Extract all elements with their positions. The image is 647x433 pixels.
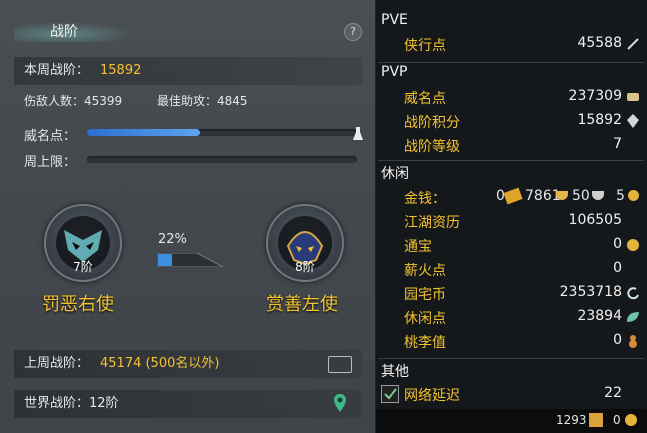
rank-name-current: 罚恶右使 bbox=[42, 294, 114, 315]
leisure-item-value: 0 bbox=[613, 236, 622, 252]
leisure-item-value: 0 bbox=[613, 260, 622, 276]
prestige-label: 威名点： bbox=[24, 129, 77, 144]
pvp-item-label: 战阶等级 bbox=[404, 139, 460, 155]
last-week-label: 上周战阶： bbox=[24, 356, 90, 371]
leisure-item-label: 休闲点 bbox=[404, 311, 446, 327]
stats-row: 伤敌人数：45399 最佳助攻：4845 bbox=[14, 92, 362, 110]
divider bbox=[378, 62, 644, 63]
section-other: 其他 bbox=[381, 364, 409, 380]
footer-bar: 1293 0 bbox=[376, 409, 647, 433]
leisure-item-label: 通宝 bbox=[404, 239, 432, 255]
weekly-limit-bar bbox=[87, 156, 357, 163]
money-row: 金钱： 0 7861 50 5 bbox=[404, 186, 640, 208]
leisure-item-value: 2353718 bbox=[559, 284, 622, 300]
pve-item-value: 45588 bbox=[577, 35, 622, 51]
prestige-bar-fill bbox=[87, 129, 201, 136]
world-rank-row: 世界战阶：12阶 bbox=[14, 390, 362, 418]
gourd-icon bbox=[626, 334, 640, 348]
leaf-icon bbox=[626, 310, 640, 324]
leisure-item: 桃李值 0 bbox=[404, 330, 640, 352]
pvp-item: 威名点 237309 bbox=[404, 86, 640, 108]
latency-checkbox[interactable] bbox=[381, 385, 399, 403]
divider bbox=[378, 358, 644, 359]
footer-coin-value: 0 bbox=[613, 413, 621, 427]
prestige-row: 威名点： bbox=[14, 125, 363, 144]
pve-item-label: 侠行点 bbox=[404, 38, 446, 54]
pvp-item: 战阶积分 15892 bbox=[404, 110, 640, 132]
section-leisure: 休闲 bbox=[381, 166, 409, 182]
world-rank-label: 世界战阶：12阶 bbox=[24, 396, 119, 411]
leisure-item: 通宝 0 bbox=[404, 234, 640, 256]
footer-value: 1293 bbox=[556, 413, 587, 427]
scroll-icon bbox=[626, 90, 640, 104]
boot-icon bbox=[589, 413, 603, 427]
pvp-item-label: 战阶积分 bbox=[404, 115, 460, 131]
assist-stat: 最佳助攻：4845 bbox=[157, 94, 248, 108]
weekly-rank-row: 本周战阶： 15892 bbox=[14, 57, 362, 85]
weekly-rank-label: 本周战阶： bbox=[24, 63, 90, 78]
panel-header: 战阶 ? bbox=[0, 0, 375, 44]
latency-value: 22 bbox=[604, 385, 622, 401]
leisure-item: 园宅币 2353718 bbox=[404, 282, 640, 304]
gold-ingot-icon bbox=[503, 187, 523, 205]
pvp-item-value: 7 bbox=[613, 136, 622, 152]
rank-level-next: 8阶 bbox=[295, 260, 315, 274]
pvp-item-label: 威名点 bbox=[404, 91, 446, 107]
swirl-icon bbox=[626, 286, 640, 300]
coin-icon bbox=[626, 238, 640, 252]
section-pve: PVE bbox=[381, 12, 408, 28]
leisure-item: 薪火点 0 bbox=[404, 258, 640, 280]
leisure-item-label: 园宅币 bbox=[404, 287, 446, 303]
leisure-item-label: 桃李值 bbox=[404, 335, 446, 351]
help-button[interactable]: ? bbox=[344, 23, 362, 41]
leisure-item: 休闲点 23894 bbox=[404, 306, 640, 328]
silver-ingot-icon bbox=[556, 191, 568, 200]
rank-level-current: 7阶 bbox=[73, 260, 93, 274]
money-label: 金钱： bbox=[404, 191, 446, 207]
pvp-item: 战阶等级 7 bbox=[404, 134, 640, 156]
rank-name-next: 赏善左使 bbox=[266, 294, 338, 315]
latency-row: 网络延迟 22 bbox=[381, 383, 640, 405]
section-pvp: PVP bbox=[381, 64, 408, 80]
location-pin-icon[interactable] bbox=[334, 394, 346, 412]
leisure-item-value: 0 bbox=[613, 332, 622, 348]
currency-panel: PVE 侠行点 45588 PVP 威名点 237309 战阶积分 15892 战阶等级 7… bbox=[375, 0, 647, 433]
leisure-item-label: 薪火点 bbox=[404, 263, 446, 279]
last-week-value: 45174 (500名以外) bbox=[100, 356, 220, 371]
coin-value: 5 bbox=[616, 188, 625, 204]
panel-title: 战阶 bbox=[50, 24, 78, 40]
weekly-rank-value: 15892 bbox=[100, 63, 142, 78]
copper-ingot-icon bbox=[592, 191, 604, 200]
kills-stat: 伤敌人数：45399 bbox=[24, 94, 123, 108]
coin-icon bbox=[628, 190, 639, 201]
zhanjie-panel: 战阶 ? 本周战阶： 15892 伤敌人数：45399 最佳助攻：4845 威名… bbox=[0, 0, 375, 433]
weekly-limit-row: 周上限： bbox=[14, 151, 362, 170]
leisure-item-value: 106505 bbox=[568, 212, 622, 228]
pve-item: 侠行点 45588 bbox=[404, 33, 640, 55]
chest-icon[interactable] bbox=[328, 356, 352, 373]
sword-icon bbox=[626, 37, 640, 51]
leisure-item-value: 23894 bbox=[577, 308, 622, 324]
divider bbox=[378, 160, 644, 161]
progress-percent: 22% bbox=[158, 232, 187, 247]
last-week-row: 上周战阶： 45174 (500名以外) bbox=[14, 350, 362, 378]
rank-medal-current: 7阶 bbox=[44, 204, 122, 282]
coin-icon bbox=[625, 414, 637, 426]
flask-icon bbox=[353, 127, 363, 141]
leisure-item-label: 江湖资历 bbox=[404, 215, 460, 231]
latency-label: 网络延迟 bbox=[404, 388, 460, 404]
pvp-item-value: 237309 bbox=[568, 88, 622, 104]
prestige-bar bbox=[87, 129, 357, 136]
copper-value: 50 bbox=[572, 188, 590, 204]
rank-medal-next: 8阶 bbox=[266, 204, 344, 282]
leisure-item: 江湖资历 106505 bbox=[404, 210, 640, 232]
gem-icon bbox=[626, 114, 640, 128]
progress-arrow bbox=[156, 252, 224, 268]
weekly-limit-label: 周上限： bbox=[24, 155, 77, 170]
pvp-item-value: 15892 bbox=[577, 112, 622, 128]
